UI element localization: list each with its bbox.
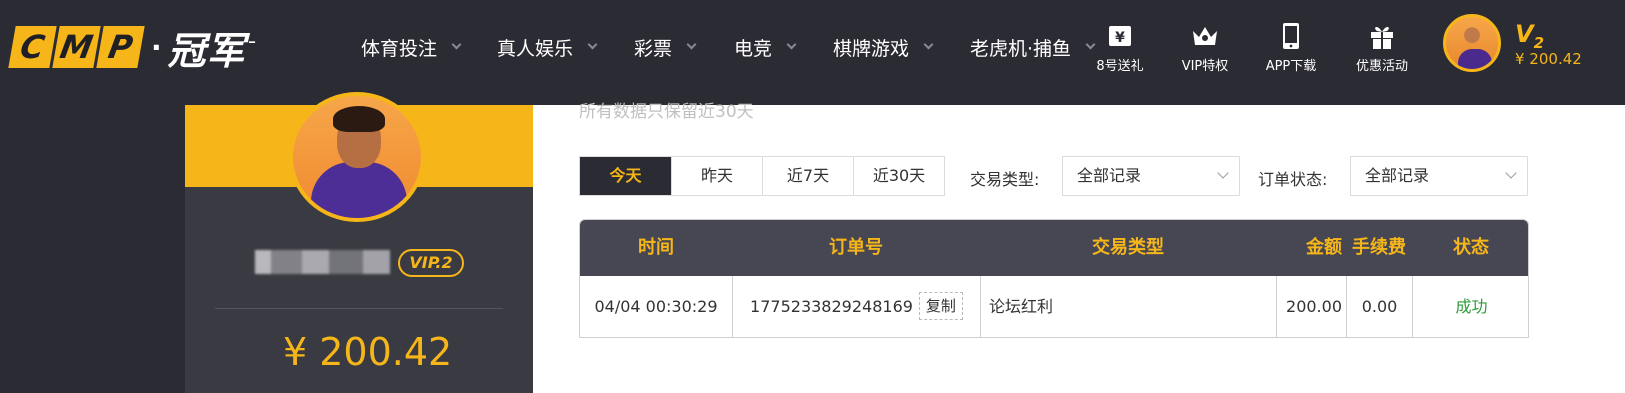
nav-lottery[interactable]: 彩票 <box>634 34 697 61</box>
avatar-hair <box>333 106 385 132</box>
nav-board-games[interactable]: 棋牌游戏 <box>833 34 934 61</box>
cell-status: 成功 <box>1412 276 1528 337</box>
transaction-type-label: 交易类型: <box>970 170 1040 189</box>
copy-button[interactable]: 复制 <box>918 291 963 320</box>
tab-yesterday[interactable]: 昨天 <box>671 157 762 195</box>
quick-link-label: 优惠活动 <box>1355 59 1408 74</box>
vip-badge: VIP.2 <box>398 249 464 277</box>
profile-balance: ¥ 200.42 <box>283 330 453 374</box>
cell-order-number: 1775233829248169 复制 <box>732 276 980 337</box>
date-range-tabs: 今天 昨天 近7天 近30天 <box>579 156 945 196</box>
column-header: 订单号 <box>829 237 883 258</box>
chevron-down-icon <box>686 39 697 50</box>
column-header: 手续费 <box>1352 237 1406 258</box>
logo-tail: ᐨ <box>247 34 257 60</box>
logo-name: 冠军 <box>167 28 246 73</box>
avatar-jersey <box>1458 49 1492 69</box>
cell-amount: 200.00 <box>1276 276 1346 337</box>
nav-label: 棋牌游戏 <box>833 38 910 60</box>
nav-label: 彩票 <box>634 38 673 60</box>
vip-letter: V <box>1515 20 1534 48</box>
chevron-down-icon <box>1505 167 1517 179</box>
logo-dot: · <box>151 30 162 64</box>
table-header: 时间 订单号 交易类型 金额 手续费 状态 <box>580 220 1528 276</box>
logo-letters: C M P <box>8 26 145 68</box>
logo-letter: P <box>96 26 145 68</box>
logo-letter: M <box>52 26 101 68</box>
nav-label: 真人娱乐 <box>497 38 574 60</box>
quick-link-label: VIP特权 <box>1181 59 1229 74</box>
tab-last-30-days[interactable]: 近30天 <box>853 157 944 195</box>
cell-transaction-type: 论坛红利 <box>980 276 1276 337</box>
select-value: 全部记录 <box>1077 166 1142 185</box>
retention-notice: 所有数据只保留近30天 <box>579 102 754 122</box>
nav-esports[interactable]: 电竞 <box>734 34 797 61</box>
user-avatar[interactable] <box>1443 14 1501 72</box>
tab-today[interactable]: 今天 <box>580 157 671 195</box>
profile-divider <box>215 308 503 309</box>
gift-box-icon <box>1337 22 1427 50</box>
nav-label: 体育投注 <box>361 38 438 60</box>
nav-sports[interactable]: 体育投注 <box>361 34 462 61</box>
transactions-table: 时间 订单号 交易类型 金额 手续费 状态 04/04 00:30:29 177… <box>579 219 1529 338</box>
nav-label: 电竞 <box>734 38 773 60</box>
crown-icon <box>1160 22 1250 50</box>
column-header: 状态 <box>1453 237 1489 258</box>
tab-last-7-days[interactable]: 近7天 <box>762 157 853 195</box>
nav-live-casino[interactable]: 真人娱乐 <box>497 34 598 61</box>
avatar-jersey <box>311 162 407 218</box>
username-blurred <box>255 250 390 274</box>
chevron-down-icon <box>451 39 462 50</box>
phone-icon <box>1246 22 1336 50</box>
order-status-select[interactable]: 全部记录 <box>1350 156 1528 196</box>
quick-link-promotions[interactable]: 优惠活动 <box>1337 22 1427 74</box>
chevron-down-icon <box>1217 167 1229 179</box>
transaction-type-select[interactable]: 全部记录 <box>1062 156 1240 196</box>
order-status-label: 订单状态: <box>1258 170 1328 189</box>
gift-card-icon: ¥ <box>1075 22 1165 50</box>
chevron-down-icon <box>923 39 934 50</box>
nav-label: 老虎机·捕鱼 <box>970 38 1072 60</box>
column-header: 金额 <box>1306 237 1342 258</box>
vip-level-indicator[interactable]: V2 <box>1515 20 1544 52</box>
column-header: 时间 <box>638 237 674 258</box>
logo-letter: C <box>8 26 57 68</box>
column-header: 交易类型 <box>1092 237 1164 258</box>
brand-logo[interactable]: C M P · 冠军 ᐨ <box>8 24 257 73</box>
top-navbar: C M P · 冠军 ᐨ 体育投注 真人娱乐 彩票 电竞 棋牌游戏 老虎机·捕鱼… <box>0 0 1625 105</box>
header-balance: ¥ 200.42 <box>1515 50 1582 68</box>
chevron-down-icon <box>587 39 598 50</box>
select-value: 全部记录 <box>1365 166 1430 185</box>
quick-link-app[interactable]: APP下载 <box>1246 22 1336 74</box>
quick-link-vip[interactable]: VIP特权 <box>1160 22 1250 74</box>
cell-fee: 0.00 <box>1346 276 1412 337</box>
svg-text:¥: ¥ <box>1115 30 1125 46</box>
profile-avatar[interactable] <box>289 92 425 222</box>
quick-link-label: 8号送礼 <box>1096 59 1144 74</box>
cell-time: 04/04 00:30:29 <box>594 297 718 316</box>
table-row: 04/04 00:30:29 1775233829248169 复制 论坛红利 2… <box>580 276 1528 337</box>
chevron-down-icon <box>786 39 797 50</box>
order-number: 1775233829248169 <box>750 297 913 316</box>
quick-link-gift-card[interactable]: ¥ 8号送礼 <box>1075 22 1165 74</box>
quick-link-label: APP下载 <box>1265 59 1317 74</box>
